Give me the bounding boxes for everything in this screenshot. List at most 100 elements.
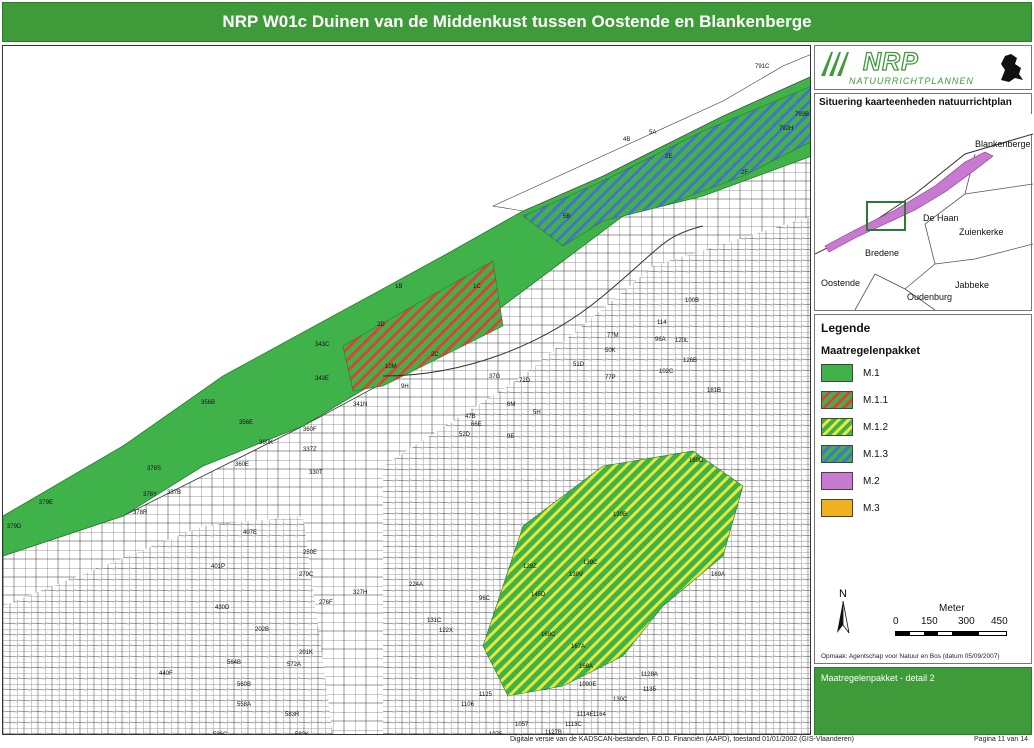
scale-unit: Meter xyxy=(939,603,965,614)
parcel-label: 379D xyxy=(7,524,22,530)
parcel-label: 72D xyxy=(519,378,531,384)
logo-leaves-icon xyxy=(821,52,849,76)
parcel-label: 343C xyxy=(315,342,330,348)
parcel-label: 201K xyxy=(299,650,313,656)
parcel-labels: 791C 793B 792H 4B 5A 2E 2F 5B 1B 1C 2D 2C 10M 9H 343C 3… xyxy=(7,64,809,734)
parcel-label: 341N xyxy=(353,402,367,408)
parcel-label: 169A xyxy=(711,572,725,578)
parcel-label: 9H xyxy=(401,384,409,390)
parcel-label: 1164 xyxy=(593,712,607,718)
flemish-lion-icon xyxy=(1001,54,1023,82)
parcel-label: 145D xyxy=(531,592,546,598)
situering-title: Situering kaarteenheden natuurrichtplan xyxy=(819,97,1012,108)
parcel-label: 1114E xyxy=(577,712,593,718)
legend-item-m3: M.3 xyxy=(821,498,880,518)
legend-item-m2: M.2 xyxy=(821,471,880,491)
scale-tick: 300 xyxy=(958,616,975,627)
parcel-label: 2D xyxy=(377,322,385,328)
logo-subtitle: NATUURRICHTPLANNEN xyxy=(849,76,974,86)
parcel-label: 47B xyxy=(465,414,476,420)
parcel-label: 10M xyxy=(385,364,397,370)
parcel-label: 131C xyxy=(427,618,442,624)
parcel-label: 130C xyxy=(613,697,628,703)
parcel-label: 279C xyxy=(299,572,314,578)
legend-swatch xyxy=(821,499,853,517)
parcel-label: 330T xyxy=(309,470,323,476)
place-oostende: Oostende xyxy=(821,278,861,288)
parcel-label: 120L xyxy=(675,338,689,344)
parcel-label: 6M xyxy=(507,402,515,408)
scale-bar xyxy=(895,631,1007,636)
parcel-label: 114 xyxy=(657,320,667,326)
legend-label: M.1.2 xyxy=(863,421,889,433)
place-blankenberge: Blankenberge xyxy=(975,139,1031,149)
north-label: N xyxy=(839,588,847,600)
parcel-label: 343E xyxy=(315,376,329,382)
parcel-label: 356B xyxy=(201,400,215,406)
parcel-label: 50K xyxy=(605,348,616,354)
scale-tick: 150 xyxy=(921,616,938,627)
parcel-label: 583R xyxy=(285,712,300,718)
north-arrow-icon: N xyxy=(837,588,850,634)
parcel-label: 96A xyxy=(655,337,666,343)
legend-label: M.1.1 xyxy=(863,394,889,406)
parcel-label: 96C xyxy=(479,596,491,602)
map-title-bar: NRP W01c Duinen van de Middenkust tussen… xyxy=(2,2,1032,42)
parcel-label: 378Y xyxy=(143,492,157,498)
legend-swatch xyxy=(821,445,853,463)
parcel-label: 168A xyxy=(579,664,593,670)
legend-item-m11: M.1.1 xyxy=(821,390,888,410)
parcel-label: 77P xyxy=(605,375,616,381)
parcel-label: 139V xyxy=(569,572,583,578)
place-bredene: Bredene xyxy=(865,248,900,258)
parcel-label: 1125 xyxy=(479,692,493,698)
place-jabbeke: Jabbeke xyxy=(955,280,990,290)
parcel-label: 66E xyxy=(471,422,482,428)
parcel-label: 327H xyxy=(353,590,367,596)
legend-swatch xyxy=(821,364,853,382)
parcel-label: 407E xyxy=(243,530,257,536)
legend-label: M.1.3 xyxy=(863,448,889,460)
parcel-label: 360K xyxy=(259,440,273,446)
parcel-label: 401P xyxy=(211,564,225,570)
legend-swatch xyxy=(821,472,853,490)
legend-item-m12: M.1.2 xyxy=(821,417,888,437)
parcel-label: 1C xyxy=(473,284,481,290)
parcel-label: 169C xyxy=(541,632,556,638)
parcel-label: 564B xyxy=(227,660,241,666)
parcel-label: 1057 xyxy=(515,722,529,728)
legend-label: M.3 xyxy=(863,502,880,514)
main-map[interactable]: 791C 793B 792H 4B 5A 2E 2F 5B 1B 1C 2D 2C 10M 9H 343C 3… xyxy=(2,45,811,735)
scale-tick: 450 xyxy=(991,616,1008,627)
detail-panel: Maatregelenpakket - detail 2 xyxy=(814,667,1032,735)
parcel-label: 337B xyxy=(167,490,181,496)
legend-subtitle: Maatregelenpakket xyxy=(821,345,921,357)
opmaak-credit: Opmaak: Agentschap voor Natuur en Bos (d… xyxy=(821,653,1000,660)
parcel-label: 5A xyxy=(649,130,656,136)
parcel-label: 5B xyxy=(563,214,570,220)
parcel-label: 5H xyxy=(533,410,541,416)
parcel-label: 558A xyxy=(237,702,251,708)
parcel-label: 378S xyxy=(147,466,161,472)
parcel-label: 224A xyxy=(409,582,423,588)
legend-swatch xyxy=(821,391,853,409)
parcel-label: 52D xyxy=(459,432,471,438)
parcel-label: 360E xyxy=(235,462,249,468)
parcel-label: 122X xyxy=(439,628,453,634)
footer-source: Digitale versie van de KADSCAN-bestanden… xyxy=(510,736,854,743)
parcel-label: 37G xyxy=(489,374,501,380)
parcel-label: 791C xyxy=(755,64,770,70)
place-de-haan: De Haan xyxy=(923,213,959,223)
legend-label: M.1 xyxy=(863,367,880,379)
parcel-label: 440F xyxy=(159,671,173,677)
legend-item-m13: M.1.3 xyxy=(821,444,888,464)
situering-panel: Situering kaarteenheden natuurrichtplan … xyxy=(814,93,1033,311)
parcel-label: 793B xyxy=(795,112,809,118)
parcel-label: 379E xyxy=(39,500,53,506)
legend-item-m1: M.1 xyxy=(821,363,880,383)
parcel-label: 102C xyxy=(659,369,674,375)
parcel-label: 2E xyxy=(665,154,672,160)
parcel-label: 1128A xyxy=(641,672,658,678)
parcel-label: 792H xyxy=(779,126,793,132)
parcel-label: 430D xyxy=(215,605,230,611)
